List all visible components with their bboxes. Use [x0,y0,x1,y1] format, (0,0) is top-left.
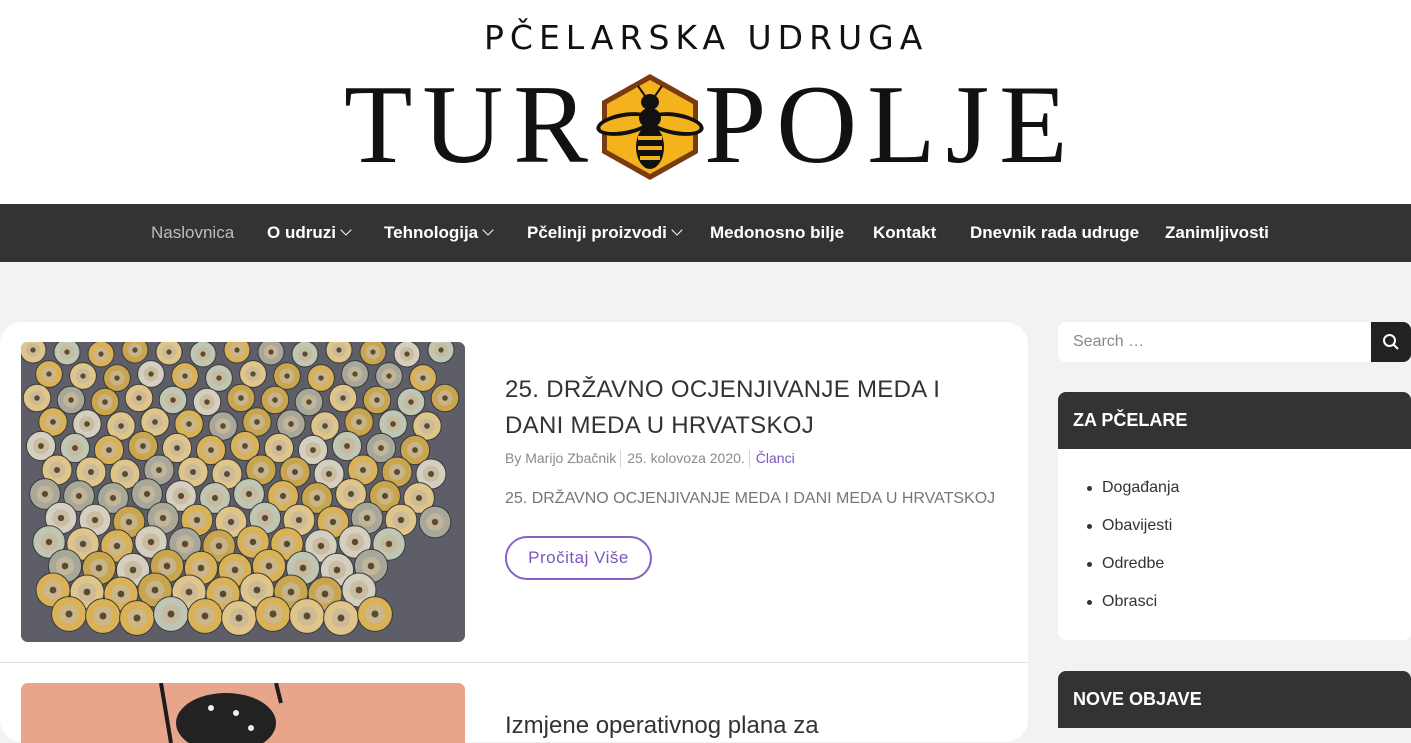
jar-lid [53,342,81,366]
jar-lid [289,598,325,634]
nav-item-label: Dnevnik rada udruge [970,223,1140,242]
post-title[interactable]: Izmjene operativnog plana za [505,712,819,740]
jar-lid [294,387,324,417]
widget-za-pcelare: Događanja Obavijesti Odredbe Obrasci [1058,449,1411,640]
post-thumbnail[interactable] [21,683,465,743]
jar-lid [121,342,149,364]
nav-item-label: Tehnologija [384,223,479,242]
nav-item-label: O udruzi [267,223,336,242]
jar-lid [239,360,267,388]
jar-lid [35,360,63,388]
nav-item-label: Pčelinji proizvodi [527,223,667,242]
chevron-down-icon [671,224,683,236]
jar-lid [427,342,455,364]
jar-lid [375,362,403,390]
post-category[interactable]: Članci [756,450,795,466]
nav-item-medonosno-bilje[interactable]: Medonosno bilje [710,204,844,262]
site-tagline: PČELARSKA UDRUGA [484,18,929,57]
jar-lid [257,342,285,366]
jar-lid [323,600,359,636]
jar-lid [56,385,86,415]
search-icon [1383,334,1399,350]
jar-lid [328,383,358,413]
jar-lid [103,364,131,392]
nav-item-o-udruzi[interactable]: O udruzi [267,204,352,262]
jar-lid [291,342,319,368]
nav-item-label: Kontakt [873,223,937,242]
jar-lid [396,387,426,417]
nav-item-tehnologija[interactable]: Tehnologija [384,204,494,262]
chevron-down-icon [482,224,494,236]
jar-lid [158,385,188,415]
jar-lid [137,360,165,388]
jar-lid [325,342,353,364]
nav-item-zanimljivosti[interactable]: Zanimljivosti [1165,204,1269,262]
jar-lid [189,342,217,368]
jar-lid [153,596,189,632]
jar-lid [393,342,421,368]
widget-list: Događanja Obavijesti Odredbe Obrasci [1058,449,1411,627]
post-meta: By Marijo Zbačnik 25. kolovoza 2020. Članc… [505,450,795,469]
jar-lid [223,342,251,364]
jar-lid [430,383,460,413]
mosquito-image [21,683,465,743]
post-divider [0,662,1028,663]
jar-lid [51,596,87,632]
logo-text-right: POLJE [704,63,1078,187]
post-title[interactable]: 25. DRŽAVNO OCJENJIVANJE MEDA I DANI MED… [505,372,985,444]
meta-separator [748,450,750,469]
jar-lid [69,362,97,390]
jar-lid [226,383,256,413]
post-thumbnail[interactable] [21,342,465,642]
read-more-button[interactable]: Pročitaj Više [505,536,652,580]
jar-lid [155,342,183,366]
widget-title-nove-objave: NOVE OBJAVE [1058,671,1411,728]
jar-lid [418,505,452,539]
jar-lid [409,364,437,392]
meta-separator [620,450,622,469]
logo-text-left: TUR [344,63,598,187]
jar-lid [341,360,369,388]
jar-lid [124,383,154,413]
nav-item-kontakt[interactable]: Kontakt [873,204,936,262]
jar-lid [171,362,199,390]
search-button[interactable] [1371,322,1411,362]
jar-lid [260,385,290,415]
honey-jars-image [21,342,465,642]
jar-lid [307,364,335,392]
widget-link-obavijesti[interactable]: Obavijesti [1058,513,1411,551]
post-author[interactable]: By Marijo Zbačnik [505,450,616,466]
main-navigation: Naslovnica O udruzi Tehnologija Pčelinji… [0,204,1411,262]
jar-lid [273,362,301,390]
jar-lid [255,596,291,632]
site-header: PČELARSKA UDRUGA TUR POLJE [0,0,1411,204]
widget-link-odredbe[interactable]: Odredbe [1058,551,1411,589]
jar-lid [90,387,120,417]
jar-lid [362,385,392,415]
jar-lid [85,598,121,634]
jar-lid [205,364,233,392]
widget-link-dogadanja[interactable]: Događanja [1058,475,1411,513]
jar-lid [359,342,387,366]
chevron-down-icon [340,224,352,236]
search-input[interactable] [1058,322,1371,362]
post-excerpt: 25. DRŽAVNO OCJENJIVANJE MEDA I DANI MED… [505,490,996,507]
nav-item-naslovnica[interactable]: Naslovnica [151,204,234,262]
bee-hexagon-icon [596,74,704,180]
widget-link-obrasci[interactable]: Obrasci [1058,589,1411,627]
post-date[interactable]: 25. kolovoza 2020. [627,450,745,466]
widget-title-za-pcelare: ZA PČELARE [1058,392,1411,449]
nav-item-dnevnik-rada-udruge[interactable]: Dnevnik rada udruge [970,204,1139,262]
jar-lid [221,600,257,636]
jar-lid [119,600,155,636]
jar-lid [192,387,222,417]
nav-item-label: Medonosno bilje [710,223,845,242]
jar-lid [22,383,52,413]
jar-lid [187,598,223,634]
jar-lid [87,342,115,368]
nav-item-label: Naslovnica [151,223,235,242]
jar-lid [357,596,393,632]
nav-item-label: Zanimljivosti [1165,223,1269,242]
nav-item-pcelinji-proizvodi[interactable]: Pčelinji proizvodi [527,204,683,262]
